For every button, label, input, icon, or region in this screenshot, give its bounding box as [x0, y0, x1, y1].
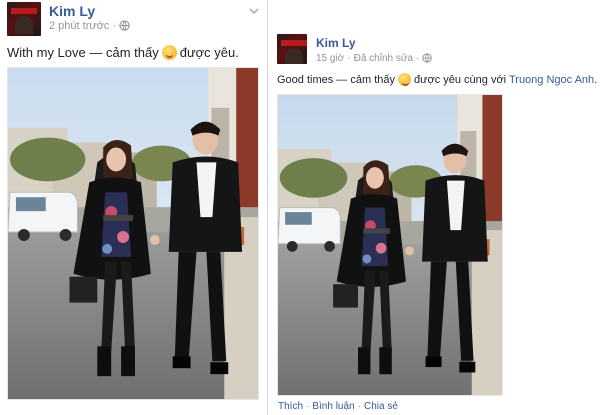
- author-avatar[interactable]: [277, 34, 307, 64]
- post-time[interactable]: 15 giờ: [316, 53, 344, 64]
- left-post: Kim Ly 2 phút trước · With my Love — cảm …: [0, 0, 268, 415]
- edited-label[interactable]: Đã chỉnh sửa: [354, 53, 414, 64]
- post-photo[interactable]: [277, 94, 503, 396]
- post-meta: 15 giờ · Đã chỉnh sửa ·: [316, 53, 433, 66]
- status-text: With my Love — cảm thấy: [7, 45, 159, 60]
- chevron-down-icon[interactable]: [249, 6, 259, 16]
- right-post: Kim Ly 15 giờ · Đã chỉnh sửa · Good times —…: [270, 0, 600, 415]
- author-name[interactable]: Kim Ly: [49, 3, 95, 19]
- action-separator: ·: [306, 401, 310, 412]
- feeling-text: được yêu.: [179, 45, 239, 60]
- like-link[interactable]: Thích: [278, 401, 303, 412]
- globe-icon[interactable]: [422, 53, 433, 66]
- post-status: Good times — cảm thấy được yêu cùng với T…: [277, 73, 597, 86]
- post-actions: Thích · Bình luận · Chia sẻ: [278, 401, 398, 412]
- meta-separator: ·: [416, 53, 420, 64]
- smiley-emoji-icon: [161, 45, 177, 60]
- author-avatar[interactable]: [7, 2, 41, 36]
- meta-separator: ·: [112, 20, 117, 32]
- post-status: With my Love — cảm thấy được yêu.: [7, 45, 239, 60]
- status-text: Good times — cảm thấy: [277, 74, 395, 86]
- status-suffix: .: [594, 74, 598, 86]
- globe-icon[interactable]: [119, 20, 130, 34]
- post-time[interactable]: 2 phút trước: [49, 20, 109, 32]
- couple-photo: [278, 95, 502, 395]
- share-link[interactable]: Chia sẻ: [364, 401, 398, 412]
- tagged-person-link[interactable]: Truong Ngoc Anh: [509, 74, 594, 86]
- author-name[interactable]: Kim Ly: [316, 36, 356, 50]
- action-separator: ·: [357, 401, 361, 412]
- post-meta: 2 phút trước ·: [49, 20, 130, 34]
- smiley-emoji-icon: [398, 73, 411, 86]
- feeling-text: được yêu cùng với: [414, 74, 507, 86]
- meta-separator: ·: [347, 53, 351, 64]
- couple-photo: [8, 68, 258, 399]
- post-photo[interactable]: [7, 67, 259, 400]
- comment-link[interactable]: Bình luận: [312, 401, 354, 412]
